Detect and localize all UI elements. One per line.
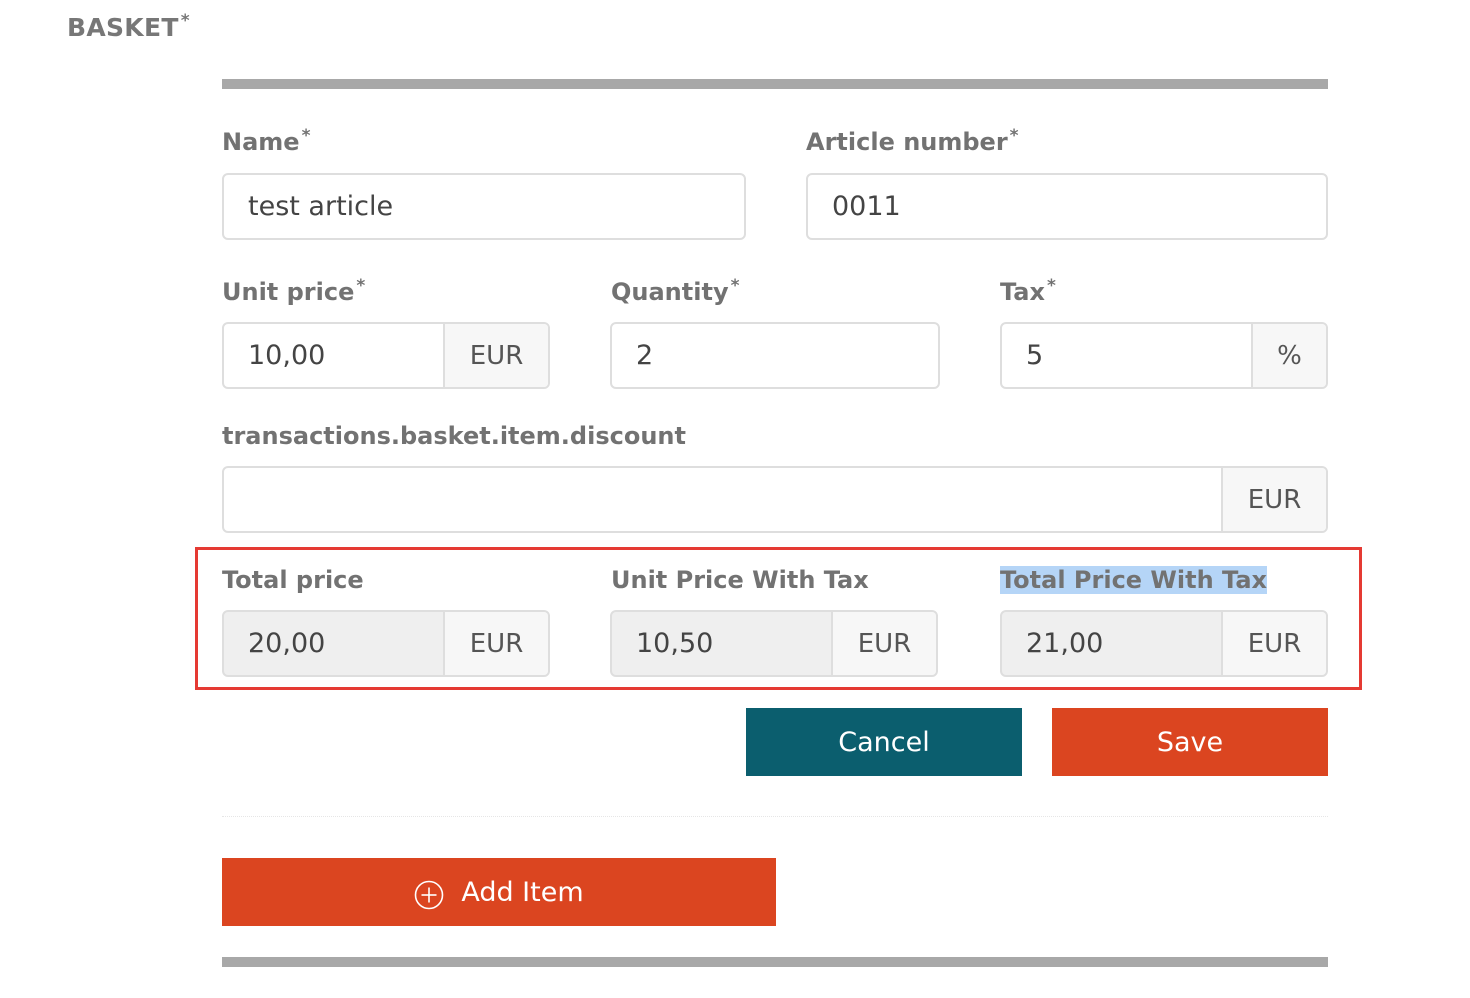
name-label-text: Name xyxy=(222,128,300,156)
section-top-divider xyxy=(222,79,1328,89)
required-asterisk: * xyxy=(730,276,740,296)
section-bottom-divider xyxy=(222,957,1328,967)
total-price-value: 20,00 xyxy=(248,628,326,659)
save-button-label: Save xyxy=(1156,726,1224,758)
required-asterisk: * xyxy=(1046,276,1056,296)
discount-input-value[interactable] xyxy=(224,468,1221,531)
items-divider xyxy=(222,816,1328,817)
unit-price-input[interactable]: 10,00 EUR xyxy=(222,322,550,389)
unit-price-with-tax-field: 10,50 EUR xyxy=(610,610,938,677)
required-asterisk: * xyxy=(301,126,311,146)
tax-label: Tax * xyxy=(1000,276,1056,306)
unit-price-with-tax-label: Unit Price With Tax xyxy=(611,566,869,594)
cancel-button[interactable]: Cancel xyxy=(746,708,1022,776)
unit-price-input-value[interactable]: 10,00 xyxy=(224,324,443,387)
unit-price-with-tax-value: 10,50 xyxy=(636,628,714,659)
total-price-with-tax-label: Total Price With Tax xyxy=(1000,566,1267,594)
discount-label: transactions.basket.item.discount xyxy=(222,422,686,450)
cancel-button-label: Cancel xyxy=(838,726,930,758)
basket-title-text: BASKET xyxy=(67,13,179,42)
total-price-with-tax-value: 21,00 xyxy=(1026,628,1104,659)
required-asterisk: * xyxy=(1009,126,1019,146)
circle-plus-icon xyxy=(415,880,444,910)
quantity-label: Quantity * xyxy=(611,276,740,306)
tax-percent-addon: % xyxy=(1251,324,1326,387)
discount-input[interactable]: EUR xyxy=(222,466,1328,533)
total-price-with-tax-currency-addon: EUR xyxy=(1221,612,1326,675)
quantity-input[interactable]: 2 xyxy=(610,322,940,389)
add-item-button-label: Add Item xyxy=(461,876,584,908)
tax-label-text: Tax xyxy=(1000,278,1045,306)
required-asterisk: * xyxy=(180,11,190,31)
name-input[interactable]: test article xyxy=(222,173,746,240)
tax-input-value[interactable]: 5 xyxy=(1002,324,1251,387)
quantity-input-value[interactable]: 2 xyxy=(612,324,938,387)
total-price-field: 20,00 EUR xyxy=(222,610,550,677)
article-number-label-text: Article number xyxy=(806,128,1008,156)
unit-price-label: Unit price * xyxy=(222,276,366,306)
quantity-label-text: Quantity xyxy=(611,278,729,306)
article-number-input-value[interactable]: 0011 xyxy=(808,175,1326,238)
discount-currency-addon: EUR xyxy=(1221,468,1326,531)
total-price-with-tax-label-text: Total Price With Tax xyxy=(1000,566,1267,594)
unit-price-currency-addon: EUR xyxy=(443,324,548,387)
name-input-value[interactable]: test article xyxy=(224,175,744,238)
required-asterisk: * xyxy=(356,276,366,296)
unit-price-with-tax-currency-addon: EUR xyxy=(831,612,936,675)
name-label: Name * xyxy=(222,126,311,156)
total-price-label: Total price xyxy=(222,566,364,594)
tax-input[interactable]: 5 % xyxy=(1000,322,1328,389)
article-number-label: Article number * xyxy=(806,126,1019,156)
add-item-button[interactable]: Add Item xyxy=(222,858,776,926)
total-price-currency-addon: EUR xyxy=(443,612,548,675)
basket-section-title: BASKET * xyxy=(67,11,190,42)
article-number-input[interactable]: 0011 xyxy=(806,173,1328,240)
total-price-with-tax-field: 21,00 EUR xyxy=(1000,610,1328,677)
save-button[interactable]: Save xyxy=(1052,708,1328,776)
unit-price-label-text: Unit price xyxy=(222,278,355,306)
